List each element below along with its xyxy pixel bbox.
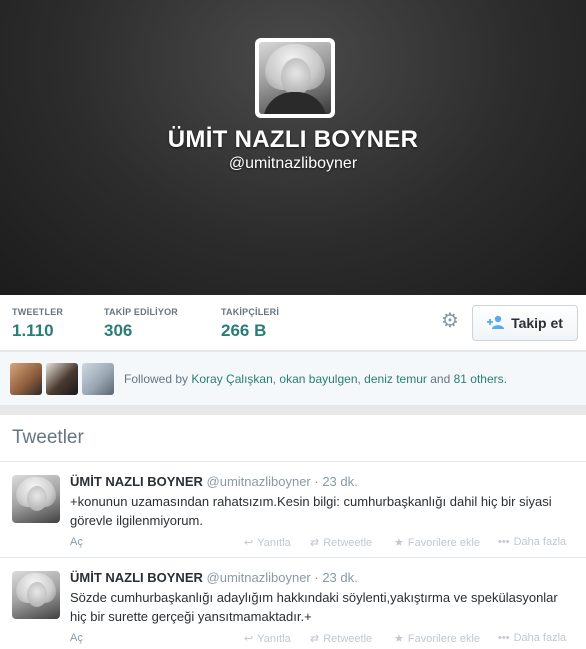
- tweet-header: ÜMİT NAZLI BOYNER @umitnazliboyner · 23 …: [70, 570, 358, 585]
- follow-button[interactable]: Takip et: [472, 305, 578, 341]
- profile-name: ÜMİT NAZLI BOYNER: [167, 126, 419, 153]
- tweet-actions: Aç ↩ Yanıtla ⇄ Retweetle ★ Favorilere ekle …: [70, 632, 580, 646]
- favorite-action[interactable]: ★ Favorilere ekle: [394, 632, 480, 645]
- stat-following-label: TAKİP EDİLİYOR: [104, 307, 178, 317]
- stat-tweets-value: 1.110: [12, 321, 54, 340]
- followed-by-bar: Followed by Koray Çalışkan, okan bayulge…: [0, 352, 586, 406]
- tweet-expand-link[interactable]: Aç: [70, 536, 83, 548]
- stat-following[interactable]: TAKİP EDİLİYOR 306: [104, 307, 178, 341]
- tweet-avatar[interactable]: [12, 571, 60, 619]
- retweet-action[interactable]: ⇄ Retweetle: [310, 632, 372, 645]
- followed-by-user-1[interactable]: Koray Çalışkan: [191, 372, 272, 386]
- tweet-item[interactable]: ÜMİT NAZLI BOYNER @umitnazliboyner · 23 …: [0, 462, 586, 558]
- retweet-label: Retweetle: [323, 537, 373, 549]
- reply-icon: ↩: [244, 633, 254, 645]
- tweet-timestamp[interactable]: · 23 dk.: [314, 570, 357, 585]
- tweet-header: ÜMİT NAZLI BOYNER @umitnazliboyner · 23 …: [70, 474, 358, 489]
- follower-avatar[interactable]: [46, 363, 78, 395]
- tweet-author-name[interactable]: ÜMİT NAZLI BOYNER: [70, 570, 203, 585]
- tweet-timestamp[interactable]: · 23 dk.: [314, 474, 357, 489]
- reply-action[interactable]: ↩ Yanıtla: [244, 632, 291, 645]
- followed-by-prefix: Followed by: [124, 372, 189, 386]
- retweet-icon: ⇄: [310, 537, 320, 549]
- retweet-action[interactable]: ⇄ Retweetle: [310, 536, 372, 549]
- tweet-avatar[interactable]: [12, 475, 60, 523]
- timeline-title: Tweetler: [0, 415, 586, 462]
- followed-by-user-3[interactable]: deniz temur: [364, 372, 427, 386]
- profile-handle: @umitnazliboyner: [228, 155, 358, 172]
- reply-action[interactable]: ↩ Yanıtla: [244, 536, 291, 549]
- stat-followers-label: TAKİPÇİLERİ: [221, 307, 280, 317]
- follower-avatar[interactable]: [10, 363, 42, 395]
- more-label: Daha fazla: [513, 536, 567, 548]
- add-person-icon: [487, 315, 505, 332]
- more-action[interactable]: ••• Daha fazla: [498, 632, 566, 644]
- tweet-author-handle[interactable]: @umitnazliboyner: [207, 570, 311, 585]
- tweet-text: +konunun uzamasından rahatsızım.Kesin bi…: [70, 494, 552, 528]
- followed-by-user-2[interactable]: okan bayulgen: [279, 372, 357, 386]
- more-label: Daha fazla: [513, 632, 567, 644]
- stat-following-value: 306: [104, 321, 133, 340]
- profile-photo: [259, 42, 331, 114]
- reply-icon: ↩: [244, 537, 254, 549]
- stat-tweets-label: TWEETLER: [12, 307, 64, 317]
- favorite-label: Favorilere ekle: [407, 537, 481, 549]
- tweet-actions: Aç ↩ Yanıtla ⇄ Retweetle ★ Favorilere ekle …: [70, 536, 580, 550]
- retweet-label: Retweetle: [323, 633, 373, 645]
- tweet-author-name[interactable]: ÜMİT NAZLI BOYNER: [70, 474, 203, 489]
- tweet-expand-link[interactable]: Aç: [70, 632, 83, 644]
- star-icon: ★: [394, 633, 404, 645]
- favorite-label: Favorilere ekle: [407, 633, 481, 645]
- favorite-action[interactable]: ★ Favorilere ekle: [394, 536, 480, 549]
- reply-label: Yanıtla: [257, 537, 291, 549]
- profile-avatar[interactable]: [255, 38, 335, 118]
- more-icon: •••: [498, 632, 510, 644]
- tweet-item[interactable]: ÜMİT NAZLI BOYNER @umitnazliboyner · 23 …: [0, 558, 586, 649]
- followed-by-others[interactable]: 81 others.: [454, 372, 507, 386]
- followed-by-text: Followed by Koray Çalışkan, okan bayulge…: [124, 372, 507, 386]
- follow-button-label: Takip et: [511, 315, 563, 331]
- profile-header: ÜMİT NAZLI BOYNER @umitnazliboyner: [0, 0, 586, 295]
- tweets-timeline: Tweetler ÜMİT NAZLI BOYNER @umitnazliboy…: [0, 415, 586, 649]
- stat-followers-value: 266 B: [221, 321, 267, 340]
- more-icon: •••: [498, 536, 510, 548]
- reply-label: Yanıtla: [257, 633, 291, 645]
- tweet-author-handle[interactable]: @umitnazliboyner: [207, 474, 311, 489]
- followed-by-and: and: [430, 372, 451, 386]
- gear-icon[interactable]: ⚙: [439, 310, 461, 332]
- stat-tweets[interactable]: TWEETLER 1.110: [12, 307, 63, 341]
- stat-followers[interactable]: TAKİPÇİLERİ 266 B: [221, 307, 279, 341]
- star-icon: ★: [394, 537, 404, 549]
- follower-avatar[interactable]: [82, 363, 114, 395]
- retweet-icon: ⇄: [310, 633, 320, 645]
- tweet-text: Sözde cumhurbaşkanlığı adaylığım hakkınd…: [70, 590, 558, 624]
- more-action[interactable]: ••• Daha fazla: [498, 536, 566, 548]
